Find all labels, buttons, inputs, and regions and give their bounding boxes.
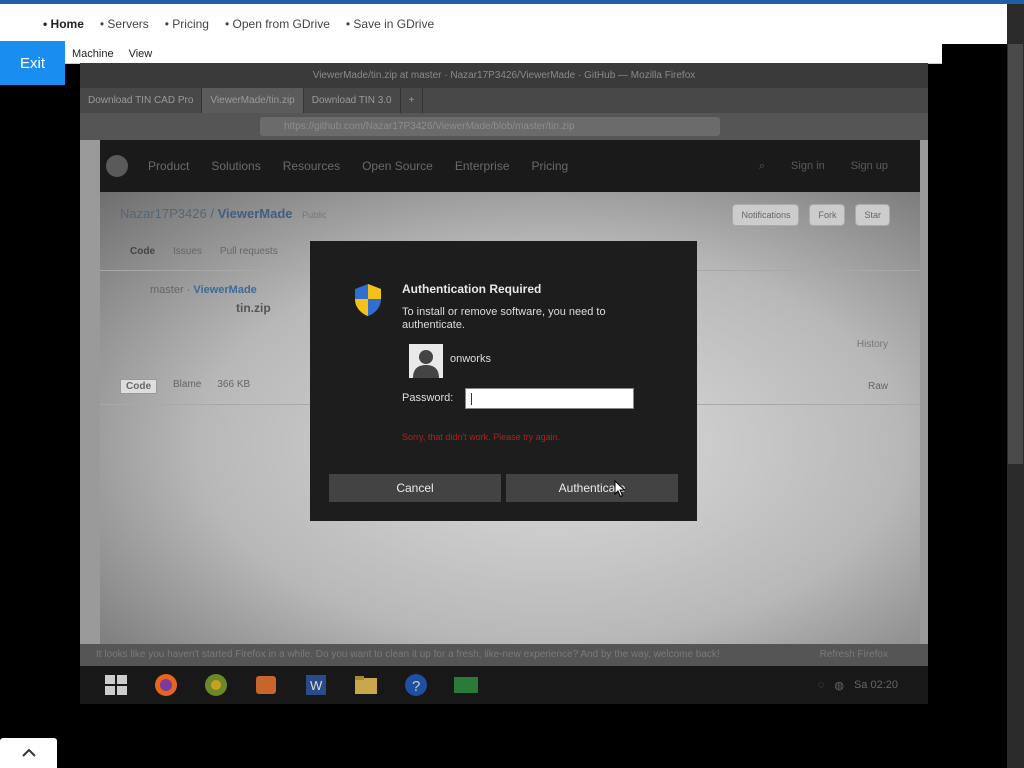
- username-label: onworks: [450, 353, 491, 365]
- gh-signup-link[interactable]: Sign up: [851, 160, 888, 172]
- star-button[interactable]: Star: [855, 204, 890, 226]
- gh-nav-pricing[interactable]: Pricing: [532, 159, 569, 173]
- nav-open-gdrive-link[interactable]: • Open from GDrive: [225, 17, 330, 31]
- browser-toolbar: https://github.com/Nazar17P3426/ViewerMa…: [80, 113, 928, 140]
- mouse-cursor-icon: [614, 480, 626, 498]
- scroll-up-button[interactable]: [0, 738, 57, 768]
- system-tray: ◌ ◍ Sa 02:20: [818, 679, 928, 692]
- browser-tab-strip: Download TIN CAD Pro ViewerMade/tin.zip …: [80, 88, 928, 113]
- chrome-icon[interactable]: [202, 672, 230, 698]
- scrollbar-thumb[interactable]: [1008, 44, 1023, 464]
- notifications-button[interactable]: Notifications: [732, 204, 800, 226]
- code-tab[interactable]: Code: [120, 379, 157, 394]
- help-icon[interactable]: ?: [402, 672, 430, 698]
- address-bar[interactable]: https://github.com/Nazar17P3426/ViewerMa…: [260, 117, 720, 136]
- search-icon[interactable]: ⌕: [759, 160, 765, 173]
- user-avatar-icon: [409, 344, 443, 378]
- gh-nav-enterprise[interactable]: Enterprise: [455, 159, 510, 173]
- page-scrollbar[interactable]: [1007, 4, 1024, 768]
- software-center-icon[interactable]: [252, 672, 280, 698]
- blame-tab[interactable]: Blame: [173, 379, 201, 394]
- gh-signin-link[interactable]: Sign in: [791, 160, 825, 172]
- gh-nav-solutions[interactable]: Solutions: [211, 159, 260, 173]
- svg-text:W: W: [310, 678, 323, 693]
- github-header: Product Solutions Resources Open Source …: [100, 140, 920, 192]
- file-manager-icon[interactable]: [352, 672, 380, 698]
- file-name: tin.zip: [236, 301, 271, 315]
- clock-label[interactable]: Sa 02:20: [854, 679, 898, 691]
- repo-title: Nazar17P3426 / ViewerMade Public: [120, 206, 327, 221]
- repo-tabs: Code Issues Pull requests: [130, 246, 278, 257]
- nav-servers-link[interactable]: • Servers: [100, 17, 149, 31]
- terminal-icon[interactable]: [452, 672, 480, 698]
- chevron-up-icon: [21, 748, 36, 757]
- exit-button[interactable]: Exit: [0, 41, 65, 85]
- shield-icon: [355, 284, 381, 316]
- top-navigation-bar: • Home • Servers • Pricing • Open from G…: [0, 4, 1007, 44]
- browser-tab-1[interactable]: Download TIN CAD Pro: [80, 88, 203, 113]
- authentication-dialog: Authentication Required To install or re…: [310, 241, 697, 521]
- new-tab-button[interactable]: +: [401, 88, 424, 113]
- file-size: 366 KB: [217, 379, 251, 390]
- menu-view[interactable]: View: [129, 48, 153, 60]
- tab-code[interactable]: Code: [130, 246, 155, 257]
- raw-button[interactable]: Raw: [868, 381, 888, 392]
- branch-selector[interactable]: master: [150, 284, 184, 296]
- code-view-tabs: Code Blame 366 KB: [120, 379, 250, 394]
- nav-pricing-link[interactable]: • Pricing: [165, 17, 209, 31]
- breadcrumb-repo-link[interactable]: ViewerMade: [193, 284, 256, 296]
- nav-home-link[interactable]: • Home: [43, 17, 84, 31]
- firefox-icon[interactable]: [152, 672, 180, 698]
- taskbar: W ? ◌ ◍ Sa 02:20: [80, 666, 928, 704]
- repo-name-link[interactable]: ViewerMade: [218, 206, 293, 221]
- repo-owner-link[interactable]: Nazar17P3426: [120, 206, 207, 221]
- browser-tab-2[interactable]: ViewerMade/tin.zip: [202, 88, 304, 113]
- password-label: Password:: [402, 392, 454, 404]
- gh-nav-open-source[interactable]: Open Source: [362, 159, 433, 173]
- gh-nav-resources[interactable]: Resources: [283, 159, 340, 173]
- authenticate-button[interactable]: Authenticate: [506, 474, 678, 502]
- start-menu-icon[interactable]: [102, 672, 130, 698]
- cancel-button[interactable]: Cancel: [329, 474, 501, 502]
- network-icon[interactable]: ◌: [818, 679, 825, 691]
- repo-visibility-badge: Public: [302, 210, 327, 220]
- browser-tab-3[interactable]: Download TIN 3.0: [304, 88, 401, 113]
- error-message: Sorry, that didn't work. Please try agai…: [402, 432, 561, 442]
- volume-icon[interactable]: ◍: [834, 679, 844, 692]
- history-link[interactable]: History: [857, 339, 888, 350]
- browser-title-bar: ViewerMade/tin.zip at master · Nazar17P3…: [80, 63, 928, 88]
- fork-button[interactable]: Fork: [809, 204, 846, 226]
- breadcrumb: master · ViewerMade: [150, 284, 257, 296]
- tab-issues[interactable]: Issues: [173, 246, 202, 257]
- word-icon[interactable]: W: [302, 672, 330, 698]
- dialog-message: To install or remove software, you need …: [402, 306, 606, 331]
- nav-save-gdrive-link[interactable]: • Save in GDrive: [346, 17, 434, 31]
- text-caret: [471, 393, 472, 405]
- refresh-firefox-button[interactable]: Refresh Firefox: [820, 644, 888, 666]
- gh-nav-product[interactable]: Product: [148, 159, 189, 173]
- dialog-title: Authentication Required: [402, 282, 542, 296]
- svg-text:?: ?: [412, 678, 420, 695]
- firefox-notification-bar: It looks like you haven't started Firefo…: [80, 644, 928, 666]
- menu-machine[interactable]: Machine: [72, 48, 114, 60]
- github-logo-icon[interactable]: [106, 155, 128, 177]
- vm-menu-bar: Machine View: [65, 44, 942, 64]
- tab-pull-requests[interactable]: Pull requests: [220, 246, 278, 257]
- notification-text: It looks like you haven't started Firefo…: [96, 649, 720, 660]
- password-input[interactable]: [465, 388, 634, 409]
